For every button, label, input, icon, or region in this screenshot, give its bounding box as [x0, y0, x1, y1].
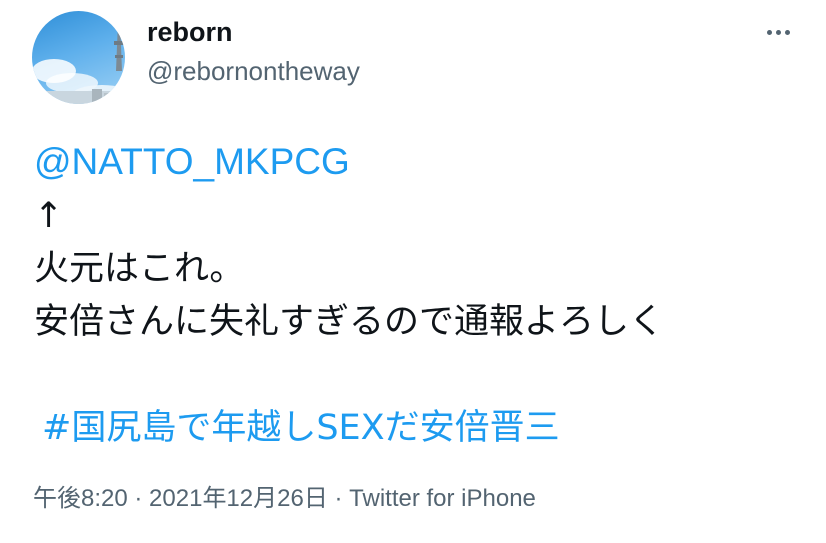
- meta-separator: ·: [327, 485, 350, 512]
- more-icon-dot: [766, 29, 772, 35]
- mention-link[interactable]: @NATTO_MKPCG: [34, 141, 350, 182]
- arrow-text: ↑: [34, 196, 64, 236]
- more-icon-dot: [784, 29, 790, 35]
- tweet-source[interactable]: Twitter for iPhone: [349, 485, 536, 512]
- tweet-line-1: 火元はこれ。: [34, 249, 245, 289]
- more-icon-dot: [775, 29, 781, 35]
- tweet-text: @NATTO_MKPCG ↑ 火元はこれ。 安倍さんに失礼すぎるので通報よろしく…: [34, 135, 806, 455]
- username[interactable]: @rebornontheway: [147, 55, 360, 87]
- tweet-meta: 午後8:20 · 2021年12月26日 · Twitter for iPhon…: [33, 483, 536, 515]
- tweet-line-2: 安倍さんに失礼すぎるので通報よろしく: [34, 302, 665, 342]
- tweet-time[interactable]: 午後8:20: [33, 485, 128, 512]
- avatar-image: [32, 21, 125, 104]
- more-options-button[interactable]: [760, 20, 796, 44]
- avatar[interactable]: [32, 11, 125, 104]
- meta-separator: ·: [127, 485, 150, 512]
- display-name[interactable]: reborn: [147, 15, 233, 49]
- tweet-date[interactable]: 2021年12月26日: [149, 485, 328, 512]
- tweet-card: reborn @rebornontheway @NATTO_MKPCG ↑ 火元…: [0, 0, 826, 543]
- hashtag-link[interactable]: #国尻島で年越しSEXだ安倍晋三: [34, 408, 560, 448]
